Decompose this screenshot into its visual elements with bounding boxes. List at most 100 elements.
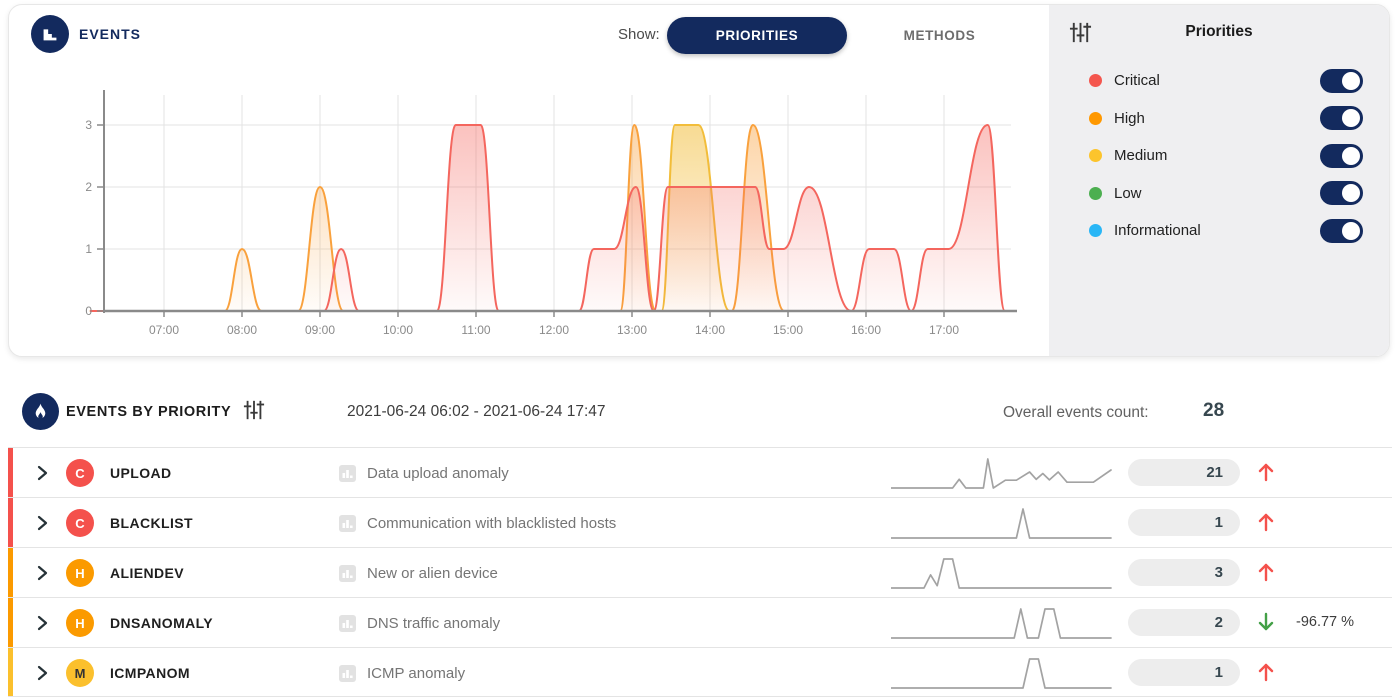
table-row-upload[interactable]: C UPLOAD Data upload anomaly 21 — [8, 447, 1392, 497]
svg-text:10:00: 10:00 — [383, 323, 413, 337]
events-by-priority-title: EVENTS BY PRIORITY — [66, 404, 231, 420]
table-row-icmpanom[interactable]: M ICMPANOM ICMP anomaly 1 — [8, 647, 1392, 697]
svg-text:2: 2 — [85, 180, 92, 194]
mini-chart-icon — [339, 465, 356, 482]
priority-badge: C — [66, 509, 94, 537]
trend-up-icon — [1256, 561, 1276, 588]
event-count-badge: 2 — [1128, 609, 1240, 636]
overall-events-count-value: 28 — [1203, 400, 1224, 422]
event-sparkline — [891, 653, 1113, 693]
svg-text:09:00: 09:00 — [305, 323, 335, 337]
event-sparkline — [891, 603, 1113, 643]
priority-badge: C — [66, 459, 94, 487]
table-row-aliendev[interactable]: HALIENDEVNew or alien device3 — [8, 547, 1392, 597]
mini-chart-icon — [339, 665, 356, 682]
table-row-blacklist[interactable]: C BLACKLIST Communication with blacklisted… — [8, 497, 1392, 547]
legend-item-informational: Informational — [1049, 212, 1389, 250]
events-time-chart[interactable]: 0 1 2 3 07:00 08:00 09:00 10:00 11:00 12:00 13:00 1… — [49, 85, 1054, 355]
events-by-priority-flame-icon — [22, 393, 59, 430]
priority-label: Informational — [1114, 222, 1201, 239]
event-type-name: BLACKLIST — [110, 515, 193, 531]
events-by-priority-table: CUPLOADData upload anomaly21CBLACKLISTCo… — [8, 447, 1392, 697]
event-sparkline — [891, 553, 1113, 593]
toggle-knob — [1342, 109, 1360, 127]
priority-badge: H — [66, 559, 94, 587]
date-range: 2021-06-24 06:02 - 2021-06-24 17:47 — [347, 403, 606, 421]
priority-label: Low — [1114, 185, 1142, 202]
event-type-name: ICMPANOM — [110, 665, 190, 681]
event-count-badge: 1 — [1128, 509, 1240, 536]
priority-toggle[interactable] — [1320, 69, 1363, 93]
event-type-name: UPLOAD — [110, 465, 172, 481]
expand-chevron-icon[interactable] — [34, 664, 50, 687]
toggle-knob — [1342, 222, 1360, 240]
legend-item-low: Low — [1049, 175, 1389, 213]
event-description: Data upload anomaly — [367, 465, 509, 482]
toggle-knob — [1342, 184, 1360, 202]
priority-label: High — [1114, 110, 1145, 127]
event-type-name: ALIENDEV — [110, 565, 184, 581]
overall-events-count-label: Overall events count: — [1003, 404, 1149, 422]
events-card-header: EVENTS Show: PRIORITIES METHODS — [9, 5, 1049, 65]
priority-dot — [1089, 74, 1102, 87]
trend-up-icon — [1256, 461, 1276, 488]
mini-chart-icon — [339, 565, 356, 582]
event-count-badge: 1 — [1128, 659, 1240, 686]
dashboard: { "events_panel": { "title": "EVENTS", "… — [0, 0, 1400, 700]
svg-text:07:00: 07:00 — [149, 323, 179, 337]
priority-badge: H — [66, 609, 94, 637]
priority-badge: M — [66, 659, 94, 687]
priority-label: Critical — [1114, 72, 1160, 89]
table-row-dnsanomaly[interactable]: HDNSANOMALYDNS traffic anomaly2-96.77 % — [8, 597, 1392, 647]
toggle-knob — [1342, 147, 1360, 165]
priority-toggle[interactable] — [1320, 181, 1363, 205]
event-description: ICMP anomaly — [367, 665, 465, 682]
svg-text:12:00: 12:00 — [539, 323, 569, 337]
legend-title: Priorities — [1049, 23, 1389, 41]
series-area-critical — [90, 125, 1005, 311]
priority-dot — [1089, 112, 1102, 125]
trend-up-icon — [1256, 661, 1276, 688]
legend-item-high: High — [1049, 100, 1389, 138]
svg-text:14:00: 14:00 — [695, 323, 725, 337]
expand-chevron-icon[interactable] — [34, 464, 50, 487]
tab-methods[interactable]: METHODS — [867, 17, 1012, 54]
svg-text:0: 0 — [85, 304, 92, 318]
event-description: Communication with blacklisted hosts — [367, 515, 616, 532]
trend-down-icon — [1256, 611, 1276, 638]
priority-dot — [1089, 224, 1102, 237]
legend-item-medium: Medium — [1049, 137, 1389, 175]
svg-text:16:00: 16:00 — [851, 323, 881, 337]
priority-toggle[interactable] — [1320, 219, 1363, 243]
toggle-knob — [1342, 72, 1360, 90]
priorities-legend-panel: Priorities Critical High Medium Low Informat… — [1049, 5, 1389, 356]
svg-text:08:00: 08:00 — [227, 323, 257, 337]
legend-item-critical: Critical — [1049, 62, 1389, 100]
mini-chart-icon — [339, 515, 356, 532]
event-count-badge: 21 — [1128, 459, 1240, 486]
event-sparkline — [891, 503, 1113, 543]
legend-items: Critical High Medium Low Informational — [1049, 62, 1389, 250]
priority-dot — [1089, 149, 1102, 162]
svg-text:3: 3 — [85, 118, 92, 132]
priority-toggle[interactable] — [1320, 144, 1363, 168]
event-description: DNS traffic anomaly — [367, 615, 500, 632]
events-by-priority-filter-icon[interactable] — [243, 399, 265, 426]
priority-toggle[interactable] — [1320, 106, 1363, 130]
svg-text:11:00: 11:00 — [461, 323, 490, 337]
expand-chevron-icon[interactable] — [34, 564, 50, 587]
priority-dot — [1089, 187, 1102, 200]
priority-label: Medium — [1114, 147, 1167, 164]
trend-up-icon — [1256, 511, 1276, 538]
events-chart-icon — [31, 15, 69, 53]
mini-chart-icon — [339, 615, 356, 632]
event-count-badge: 3 — [1128, 559, 1240, 586]
event-type-name: DNSANOMALY — [110, 615, 213, 631]
svg-text:15:00: 15:00 — [773, 323, 803, 337]
svg-text:17:00: 17:00 — [929, 323, 959, 337]
svg-text:1: 1 — [85, 242, 92, 256]
svg-text:13:00: 13:00 — [617, 323, 647, 337]
expand-chevron-icon[interactable] — [34, 514, 50, 537]
expand-chevron-icon[interactable] — [34, 614, 50, 637]
tab-priorities[interactable]: PRIORITIES — [667, 17, 847, 54]
